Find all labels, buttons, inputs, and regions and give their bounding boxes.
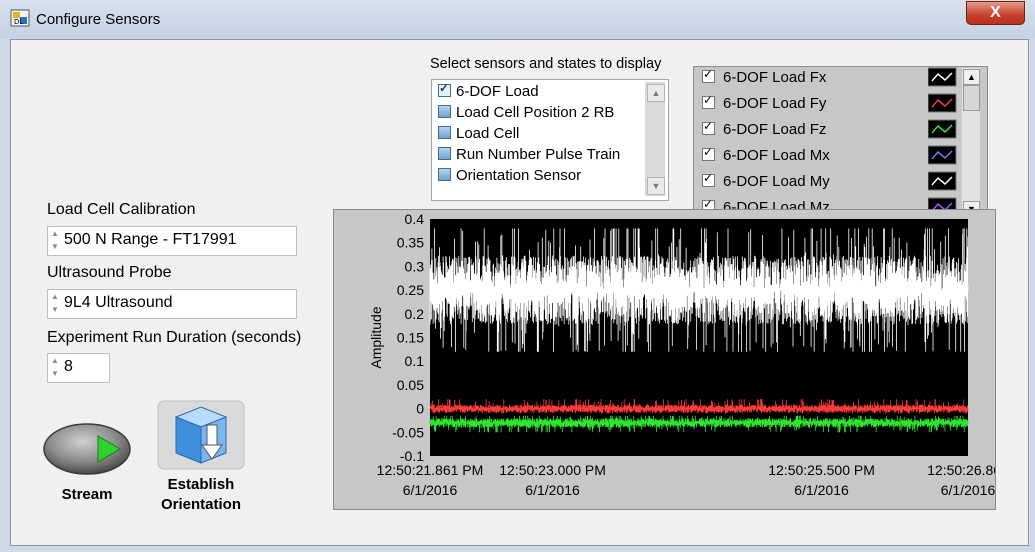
y-tick-label: 0.05 <box>397 377 424 393</box>
configure-sensors-window: DL Configure Sensors X Load Cell Calibra… <box>0 0 1035 552</box>
list-item[interactable]: Run Number Pulse Train <box>438 146 620 166</box>
list-item-label: Load Cell Position 2 RB <box>456 104 615 121</box>
legend-item[interactable]: 6-DOF Load My <box>702 171 830 195</box>
legend-line-swatch-icon[interactable] <box>928 171 957 191</box>
ring-arrows-icon[interactable]: ▲ ▼ <box>49 290 61 316</box>
probe-value: 9L4 Ultrasound <box>64 294 173 311</box>
y-tick-label: 0.2 <box>405 306 425 322</box>
x-tick-date-label: 6/1/2016 <box>941 482 995 498</box>
checkbox[interactable] <box>438 105 451 118</box>
legend-swatches <box>928 67 957 217</box>
probe-label: Ultrasound Probe <box>47 264 172 281</box>
y-tick-label: 0.1 <box>405 353 425 369</box>
stream-label: Stream <box>61 486 113 503</box>
establish-orientation-button[interactable] <box>156 399 246 471</box>
sensor-listbox[interactable]: 6-DOF Load Load Cell Position 2 RB Load … <box>431 79 669 201</box>
list-item[interactable]: Load Cell <box>438 125 519 145</box>
list-item[interactable]: Load Cell Position 2 RB <box>438 104 614 124</box>
x-tick-time-label: 12:50:23.000 PM <box>499 462 606 478</box>
list-item-label: 6-DOF Load <box>456 83 539 100</box>
duration-label: Experiment Run Duration (seconds) <box>47 329 302 346</box>
legend-checkbox[interactable] <box>702 145 715 161</box>
y-tick-label: 0.3 <box>405 258 425 274</box>
sensor-list-label: Select sensors and states to display <box>430 56 662 72</box>
legend-label: 6-DOF Load Fx <box>723 69 827 86</box>
listbox-scrollbar[interactable]: ▲ ▼ <box>645 82 665 196</box>
legend-line-swatch-icon[interactable] <box>928 93 957 113</box>
stream-button[interactable] <box>42 420 132 478</box>
legend-line-swatch-icon[interactable] <box>928 67 957 87</box>
establish-label-line2: Orientation <box>160 496 241 513</box>
list-item-label: Run Number Pulse Train <box>456 146 621 163</box>
checkbox[interactable] <box>438 168 451 181</box>
y-tick-label: 0.35 <box>397 235 424 251</box>
x-tick-date-label: 6/1/2016 <box>794 482 849 498</box>
legend-label: 6-DOF Load Fy <box>723 95 827 112</box>
labview-app-icon: DL <box>10 9 30 27</box>
legend-line-swatch-icon[interactable] <box>928 145 957 165</box>
y-tick-label: 0.4 <box>405 211 425 227</box>
calibration-ring[interactable]: ▲ ▼ 500 N Range - FT17991 <box>47 226 297 256</box>
duration-value: 8 <box>64 358 73 375</box>
duration-input[interactable]: ▲ ▼ 8 <box>47 353 110 383</box>
svg-text:DL: DL <box>14 18 23 26</box>
legend-scrollbar[interactable]: ▲ ▼ <box>962 68 980 218</box>
x-tick-date-label: 6/1/2016 <box>525 482 580 498</box>
legend-checkbox[interactable] <box>702 171 715 187</box>
legend-line-swatch-icon[interactable] <box>928 119 957 139</box>
checkbox[interactable] <box>438 126 451 139</box>
legend-label: 6-DOF Load My <box>723 173 830 190</box>
x-tick-time-label: 12:50:26.861 <box>927 462 995 478</box>
list-item-label: Load Cell <box>456 125 520 142</box>
x-tick-date-label: 6/1/2016 <box>403 482 458 498</box>
legend-item[interactable]: 6-DOF Load Fz <box>702 119 827 143</box>
checkbox[interactable] <box>438 81 451 97</box>
waveform-plot: 0.40.350.30.250.20.150.10.050-0.05-0.1Am… <box>368 211 995 498</box>
scroll-up-icon[interactable]: ▲ <box>647 84 665 102</box>
legend-label: 6-DOF Load Mx <box>723 147 830 164</box>
cube-arrow-icon <box>174 406 228 464</box>
scroll-down-icon[interactable]: ▼ <box>647 177 665 195</box>
legend-item[interactable]: 6-DOF Load Mx <box>702 145 830 169</box>
close-button[interactable]: X <box>966 1 1025 25</box>
list-item-label: Orientation Sensor <box>456 167 582 184</box>
y-tick-label: 0.25 <box>397 282 424 298</box>
legend-label: 6-DOF Load Fz <box>723 121 827 138</box>
list-item[interactable]: Orientation Sensor <box>438 167 581 187</box>
y-tick-label: -0.05 <box>392 424 424 440</box>
legend-checkbox[interactable] <box>702 67 715 83</box>
x-tick-time-label: 12:50:25.500 PM <box>768 462 875 478</box>
legend-item[interactable]: 6-DOF Load Fx <box>702 67 827 91</box>
y-axis-label: Amplitude <box>368 306 384 368</box>
increment-arrows-icon[interactable]: ▲ ▼ <box>49 354 61 380</box>
calibration-value: 500 N Range - FT17991 <box>64 231 237 248</box>
calibration-label: Load Cell Calibration <box>47 201 196 218</box>
checkbox[interactable] <box>438 147 451 160</box>
legend-item[interactable]: 6-DOF Load Fy <box>702 93 827 117</box>
x-tick-time-label: 12:50:21.861 PM <box>377 462 484 478</box>
y-tick-label: 0.15 <box>397 330 424 346</box>
list-item[interactable]: 6-DOF Load <box>438 81 539 103</box>
title-bar: DL Configure Sensors X <box>0 0 1035 38</box>
y-tick-label: 0 <box>416 401 424 417</box>
scroll-up-icon[interactable]: ▲ <box>963 69 980 85</box>
establish-label-line1: Establish <box>167 476 235 493</box>
probe-ring[interactable]: ▲ ▼ 9L4 Ultrasound <box>47 289 297 319</box>
ring-arrows-icon[interactable]: ▲ ▼ <box>49 227 61 253</box>
window-title: Configure Sensors <box>36 11 161 28</box>
scroll-thumb[interactable] <box>963 85 980 111</box>
legend-checkbox[interactable] <box>702 93 715 109</box>
legend-checkbox[interactable] <box>702 119 715 135</box>
